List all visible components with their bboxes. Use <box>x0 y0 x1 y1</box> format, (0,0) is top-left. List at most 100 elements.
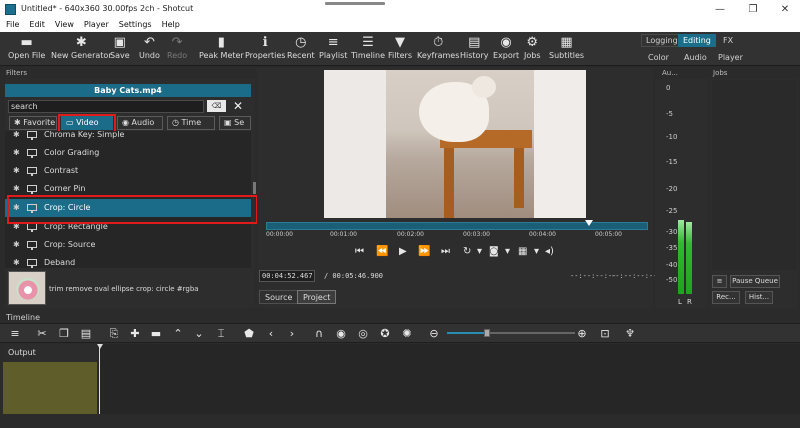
layout-audio-button[interactable]: Audio <box>684 53 707 62</box>
grid-menu-chevron-icon[interactable]: ▾ <box>534 246 539 257</box>
open-file-button[interactable]: ▬ Open File <box>8 34 45 60</box>
video-preview[interactable] <box>324 70 586 218</box>
timeline-scrollbar[interactable] <box>0 414 800 428</box>
layout-color-button[interactable]: Color <box>648 53 669 62</box>
tab-audio[interactable]: ◉ Audio <box>117 116 163 130</box>
zoom-in-icon[interactable]: ⊕ <box>574 326 590 342</box>
ripple-icon[interactable]: ◎ <box>355 326 371 342</box>
record-audio-icon[interactable]: ♆ <box>622 326 638 342</box>
new-generator-button[interactable]: ✱ New Generator <box>51 34 112 60</box>
table-leg <box>514 148 524 208</box>
redo-button[interactable]: ↷ Redo <box>167 34 187 60</box>
db-scale-label: -5 <box>666 110 673 118</box>
overwrite-icon[interactable]: ⌄ <box>191 326 207 342</box>
menu-help[interactable]: Help <box>162 19 180 32</box>
filters-button[interactable]: ▼ Filters <box>388 34 412 60</box>
loop-icon[interactable]: ↻ <box>463 246 471 257</box>
tab-history[interactable]: Hist... <box>745 291 773 304</box>
layout-player-button[interactable]: Player <box>718 53 743 62</box>
save-button[interactable]: ▣ Save <box>110 34 130 60</box>
pause-queue-button[interactable]: Pause Queue <box>730 275 780 288</box>
skip-end-icon[interactable]: ⏭ <box>441 246 450 257</box>
zoom-slider-handle[interactable] <box>484 329 490 337</box>
copy-icon[interactable]: ❐ <box>56 326 72 342</box>
timeline-menu-icon[interactable]: ≡ <box>7 326 23 342</box>
list-item[interactable]: ✱ Chroma Key: Simple <box>5 131 251 144</box>
list-item[interactable]: ✱ Color Grading <box>5 144 251 162</box>
layout-logging-button[interactable]: Logging <box>641 34 683 47</box>
tab-favorite[interactable]: ✱ Favorite <box>9 116 57 130</box>
skip-start-icon[interactable]: ⏮ <box>355 246 364 257</box>
tab-source[interactable]: Source <box>259 290 299 304</box>
menu-view[interactable]: View <box>55 19 74 32</box>
timecode-2: 00:02:00 <box>397 231 424 238</box>
keyframes-button[interactable]: ⏱ Keyframes <box>417 34 459 60</box>
jobs-list <box>712 80 797 270</box>
list-item[interactable]: ✱ Crop: Source <box>5 236 251 254</box>
track-header-output[interactable]: Output <box>3 344 97 362</box>
monitor-icon <box>27 259 37 268</box>
next-marker-icon[interactable]: › <box>284 326 300 342</box>
rewind-icon[interactable]: ⏪ <box>376 246 388 257</box>
export-button[interactable]: ◉ Export <box>493 34 519 60</box>
layout-editing-button[interactable]: Editing <box>678 34 716 47</box>
playlist-button[interactable]: ≡ Playlist <box>319 34 347 60</box>
monitor-icon <box>27 185 37 194</box>
jobs-menu-button[interactable]: ≡ <box>712 275 727 288</box>
zoom-fit-icon[interactable]: ⊡ <box>597 326 613 342</box>
zoom-menu-chevron-icon[interactable]: ▾ <box>505 246 510 257</box>
subtitles-button[interactable]: ▦ Subtitles <box>549 34 584 60</box>
list-item[interactable]: ✱ Contrast <box>5 162 251 180</box>
jobs-button[interactable]: ⚙ Jobs <box>524 34 541 60</box>
menu-edit[interactable]: Edit <box>29 19 45 32</box>
filter-search-input[interactable] <box>8 100 204 113</box>
scrub-eye-icon[interactable]: ◉ <box>333 326 349 342</box>
ripple-markers-icon[interactable]: ✺ <box>399 326 415 342</box>
folder-icon: ▬ <box>20 35 33 50</box>
volume-icon[interactable]: ◂) <box>545 246 554 257</box>
remove-icon[interactable]: ▬ <box>148 326 164 342</box>
close-filter-icon[interactable]: ✕ <box>230 99 246 113</box>
zoom-out-icon[interactable]: ⊖ <box>426 326 442 342</box>
grid-icon[interactable]: ▦ <box>518 246 527 257</box>
list-item[interactable]: ✱ Deband <box>5 254 251 268</box>
timeline-button[interactable]: ☰ Timeline <box>351 34 385 60</box>
menu-settings[interactable]: Settings <box>119 19 152 32</box>
minimize-button[interactable]: — <box>705 2 735 17</box>
snap-magnet-icon[interactable]: ∩ <box>311 326 327 342</box>
tab-recent[interactable]: Rec... <box>712 291 740 304</box>
paste-icon[interactable]: ▤ <box>78 326 94 342</box>
maximize-button[interactable]: ❐ <box>738 2 768 17</box>
clear-search-button[interactable]: ⌫ <box>207 100 226 112</box>
marker-icon[interactable]: ⬟ <box>241 326 257 342</box>
add-icon[interactable]: ✚ <box>127 326 143 342</box>
timeline-tracks-area[interactable] <box>98 344 800 414</box>
playhead-marker[interactable] <box>585 220 593 226</box>
append-icon[interactable]: ⎘ <box>106 326 122 342</box>
fast-forward-icon[interactable]: ⏩ <box>418 246 430 257</box>
menu-player[interactable]: Player <box>84 19 109 32</box>
menu-file[interactable]: File <box>6 19 19 32</box>
db-scale-label: -35 <box>666 244 678 252</box>
tab-project[interactable]: Project <box>297 290 337 304</box>
layout-fx-button[interactable]: FX <box>718 34 738 47</box>
ripple-all-icon[interactable]: ✪ <box>377 326 393 342</box>
cut-icon[interactable]: ✂ <box>34 326 50 342</box>
split-icon[interactable]: ⌶ <box>213 326 229 342</box>
lift-icon[interactable]: ⌃ <box>170 326 186 342</box>
filter-list-scrollbar[interactable] <box>253 182 256 194</box>
undo-button[interactable]: ↶ Undo <box>139 34 160 60</box>
play-icon[interactable]: ▶ <box>399 246 407 257</box>
previous-marker-icon[interactable]: ‹ <box>263 326 279 342</box>
loop-menu-chevron-icon[interactable]: ▾ <box>477 246 482 257</box>
recent-button[interactable]: ◷ Recent <box>287 34 315 60</box>
history-button[interactable]: ▤ History <box>460 34 488 60</box>
zoom-icon[interactable]: ◙ <box>489 246 499 257</box>
tab-sets[interactable]: ▣ Se <box>219 116 251 130</box>
close-window-button[interactable]: ✕ <box>770 2 800 17</box>
current-time-field[interactable]: 00:04:52.467 <box>259 270 315 282</box>
timeline-playhead-marker[interactable] <box>97 344 103 349</box>
tab-time[interactable]: ◷ Time <box>167 116 215 130</box>
peak-meter-button[interactable]: ▮ Peak Meter <box>199 34 244 60</box>
properties-button[interactable]: ℹ Properties <box>245 34 285 60</box>
